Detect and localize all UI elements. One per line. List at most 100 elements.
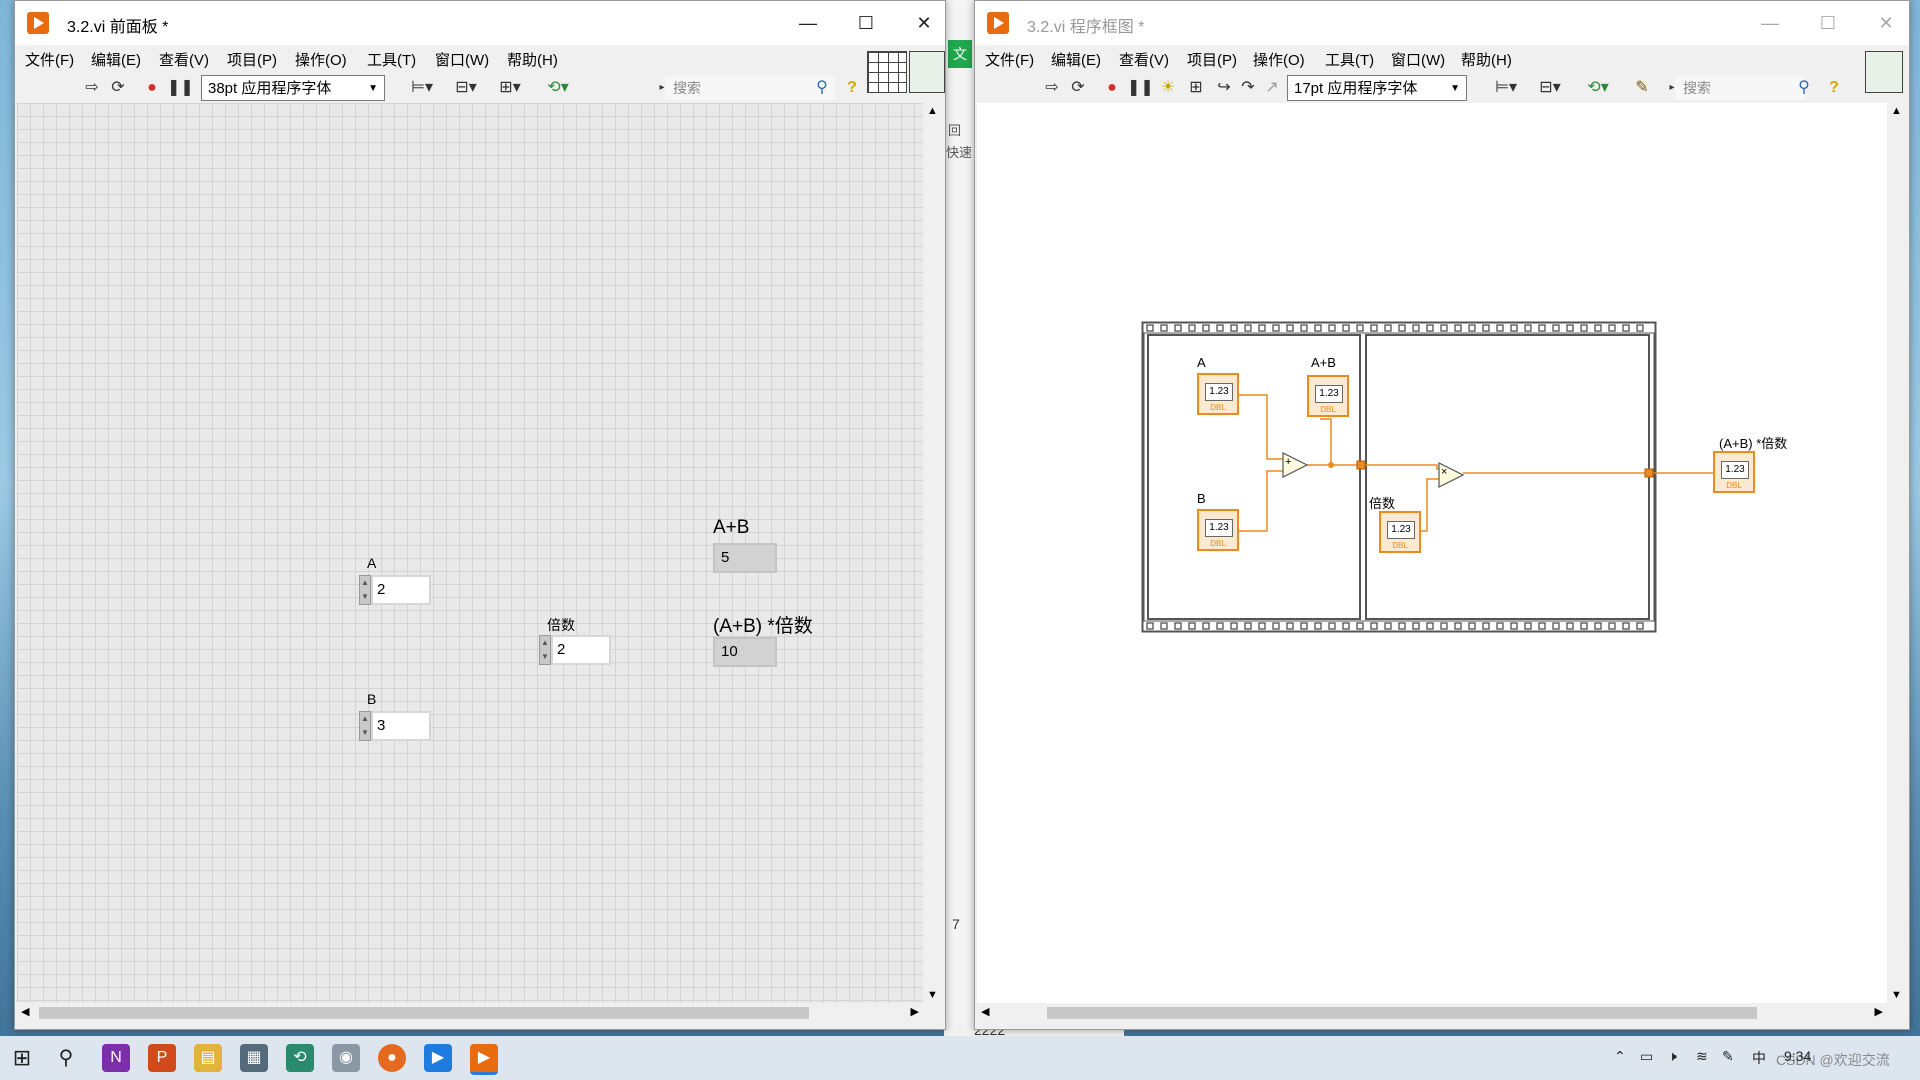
- horizontal-scrollbar[interactable]: ◀ ▶: [17, 1003, 923, 1023]
- horizontal-scrollbar[interactable]: ◀ ▶: [977, 1003, 1887, 1023]
- step-over-icon[interactable]: ↷: [1237, 78, 1259, 98]
- pause-icon[interactable]: ❚❚: [167, 78, 194, 98]
- vi-icon[interactable]: [909, 51, 945, 93]
- scroll-up-icon[interactable]: ▲: [1891, 105, 1902, 117]
- search-icon[interactable]: ⚲: [52, 1044, 80, 1072]
- scroll-down-icon[interactable]: ▼: [927, 989, 938, 1001]
- control-multiplier-value[interactable]: 2: [551, 635, 611, 665]
- app-icon[interactable]: ⟲: [286, 1044, 314, 1072]
- distribute-objects-icon[interactable]: ⊟▾: [449, 78, 483, 98]
- scroll-left-icon[interactable]: ◀: [981, 1005, 989, 1018]
- scroll-right-icon[interactable]: ▶: [1875, 1005, 1883, 1018]
- distribute-objects-icon[interactable]: ⊟▾: [1533, 78, 1567, 98]
- control-a-value[interactable]: 2: [371, 575, 431, 605]
- pause-icon[interactable]: ❚❚: [1127, 78, 1154, 98]
- wifi-icon[interactable]: ≋: [1696, 1048, 1708, 1065]
- font-selector[interactable]: 17pt 应用程序字体 ▼: [1287, 75, 1467, 101]
- terminal-sum[interactable]: 1.23 DBL: [1307, 375, 1349, 417]
- network-app-icon[interactable]: ◉: [332, 1044, 360, 1072]
- run-arrow-icon[interactable]: ⇨: [81, 78, 103, 98]
- terminal-b[interactable]: 1.23 DBL: [1197, 509, 1239, 551]
- windows-start-icon[interactable]: ⊞: [8, 1044, 36, 1072]
- vertical-scrollbar[interactable]: ▲ ▼: [923, 103, 943, 1003]
- minimize-button[interactable]: —: [1747, 7, 1793, 39]
- file-explorer-icon[interactable]: ▤: [194, 1044, 222, 1072]
- front-panel-canvas[interactable]: A ▲ ▼ 2 B ▲ ▼ 3 倍数 ▲ ▼ 2 A+B 5 (A+B) *倍数 10: [17, 103, 923, 1003]
- align-objects-icon[interactable]: ⊨▾: [405, 78, 439, 98]
- terminal-product[interactable]: 1.23 DBL: [1713, 451, 1755, 493]
- close-button[interactable]: ✕: [901, 7, 945, 39]
- firefox-icon[interactable]: ●: [378, 1044, 406, 1072]
- labview-taskbar-icon[interactable]: ▶: [470, 1044, 498, 1075]
- menu-window[interactable]: 窗口(W): [1391, 49, 1445, 70]
- input-method-icon[interactable]: 中: [1752, 1048, 1766, 1068]
- minimize-button[interactable]: —: [785, 7, 831, 39]
- calculator-icon[interactable]: ▦: [240, 1044, 268, 1072]
- search-icon[interactable]: ⚲: [1793, 78, 1815, 98]
- search-icon[interactable]: ⚲: [811, 78, 833, 98]
- scroll-down-icon[interactable]: ▼: [1891, 989, 1902, 1001]
- abort-icon[interactable]: ●: [141, 78, 163, 98]
- menu-view[interactable]: 查看(V): [159, 49, 209, 70]
- increment-arrows-icon[interactable]: ▲ ▼: [359, 711, 371, 741]
- increment-arrows-icon[interactable]: ▲ ▼: [359, 575, 371, 605]
- align-objects-icon[interactable]: ⊨▾: [1489, 78, 1523, 98]
- menu-project[interactable]: 项目(P): [1187, 49, 1237, 70]
- vertical-scrollbar[interactable]: ▲ ▼: [1887, 103, 1907, 1003]
- menu-tools[interactable]: 工具(T): [1325, 49, 1374, 70]
- scroll-right-icon[interactable]: ▶: [911, 1005, 919, 1018]
- pen-icon[interactable]: ✎: [1722, 1048, 1734, 1065]
- media-player-icon[interactable]: ▶: [424, 1044, 452, 1072]
- menu-edit[interactable]: 编辑(E): [91, 49, 141, 70]
- menu-window[interactable]: 窗口(W): [435, 49, 489, 70]
- help-icon[interactable]: ?: [841, 78, 863, 98]
- run-continuously-icon[interactable]: ⟳: [1067, 78, 1089, 98]
- close-button[interactable]: ✕: [1863, 7, 1909, 39]
- scroll-left-icon[interactable]: ◀: [21, 1005, 29, 1018]
- font-selector[interactable]: 38pt 应用程序字体 ▼: [201, 75, 385, 101]
- menu-file[interactable]: 文件(F): [25, 49, 74, 70]
- terminal-a[interactable]: 1.23 DBL: [1197, 373, 1239, 415]
- menu-help[interactable]: 帮助(H): [1461, 49, 1512, 70]
- block-diagram-canvas[interactable]: + × A 1.23 DBL B 1.23 DBL A+B 1.23 DBL 倍…: [977, 103, 1887, 1003]
- powerpoint-icon[interactable]: P: [148, 1044, 176, 1072]
- menu-file[interactable]: 文件(F): [985, 49, 1034, 70]
- onenote-icon[interactable]: N: [102, 1044, 130, 1072]
- highlight-execution-icon[interactable]: ☀: [1157, 78, 1179, 98]
- reorder-icon[interactable]: ⟲▾: [539, 78, 577, 98]
- search-input[interactable]: 搜索: [665, 76, 835, 100]
- control-a[interactable]: ▲ ▼ 2: [359, 575, 431, 605]
- cleanup-diagram-icon[interactable]: ✎: [1631, 78, 1653, 98]
- search-input[interactable]: 搜索: [1675, 76, 1805, 100]
- scroll-thumb[interactable]: [1047, 1007, 1757, 1019]
- reorder-icon[interactable]: ⟲▾: [1579, 78, 1617, 98]
- flat-sequence-frame[interactable]: [1141, 321, 1657, 633]
- scroll-thumb[interactable]: [39, 1007, 809, 1019]
- increment-arrows-icon[interactable]: ▲ ▼: [539, 635, 551, 665]
- control-b-value[interactable]: 3: [371, 711, 431, 741]
- control-multiplier[interactable]: ▲ ▼ 2: [539, 635, 611, 665]
- scroll-up-icon[interactable]: ▲: [927, 105, 938, 117]
- maximize-button[interactable]: ☐: [1805, 7, 1851, 39]
- step-out-icon[interactable]: ↗: [1261, 78, 1283, 98]
- run-continuously-icon[interactable]: ⟳: [107, 78, 129, 98]
- abort-icon[interactable]: ●: [1101, 78, 1123, 98]
- menu-view[interactable]: 查看(V): [1119, 49, 1169, 70]
- menu-operate[interactable]: 操作(O): [1253, 49, 1305, 70]
- retain-wire-values-icon[interactable]: ⊞: [1185, 78, 1207, 98]
- connector-pane-icon[interactable]: [867, 51, 907, 93]
- chevron-up-icon[interactable]: ⌃: [1614, 1048, 1626, 1065]
- terminal-multiplier[interactable]: 1.23 DBL: [1379, 511, 1421, 553]
- run-arrow-icon[interactable]: ⇨: [1041, 78, 1063, 98]
- help-icon[interactable]: ?: [1823, 78, 1845, 98]
- battery-icon[interactable]: ▭: [1640, 1048, 1653, 1065]
- volume-icon[interactable]: 🕨: [1668, 1048, 1677, 1065]
- menu-edit[interactable]: 编辑(E): [1051, 49, 1101, 70]
- step-into-icon[interactable]: ↪: [1213, 78, 1235, 98]
- menu-project[interactable]: 项目(P): [227, 49, 277, 70]
- vi-icon[interactable]: [1865, 51, 1903, 93]
- resize-objects-icon[interactable]: ⊞▾: [493, 78, 527, 98]
- menu-operate[interactable]: 操作(O): [295, 49, 347, 70]
- maximize-button[interactable]: ☐: [843, 7, 889, 39]
- background-tab[interactable]: 文: [948, 40, 972, 68]
